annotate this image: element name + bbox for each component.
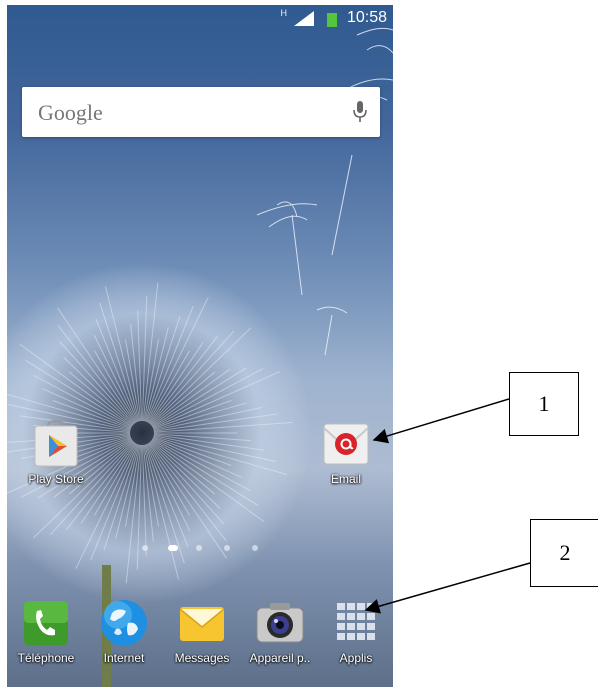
- email-icon: [320, 418, 372, 470]
- app-label: Email: [330, 472, 361, 486]
- app-play-store[interactable]: Play Store: [18, 418, 94, 486]
- phone-screen: H 10:58 Google Play Store Email Téléphon…: [7, 5, 393, 687]
- battery-icon: [327, 13, 337, 27]
- app-label: Téléphone: [17, 651, 75, 665]
- dock-phone[interactable]: Téléphone: [8, 597, 84, 665]
- google-search-widget[interactable]: Google: [22, 87, 380, 137]
- page-dot[interactable]: [196, 545, 202, 551]
- microphone-icon[interactable]: [352, 100, 368, 124]
- app-label: Appareil p..: [249, 651, 311, 665]
- apps-grid-icon: [330, 597, 382, 649]
- signal-strength-icon: [294, 11, 314, 26]
- status-time: 10:58: [346, 9, 387, 26]
- page-indicator[interactable]: [140, 543, 270, 553]
- dock-internet[interactable]: Internet: [86, 597, 162, 665]
- app-label: Messages: [174, 651, 230, 665]
- phone-icon: [20, 597, 72, 649]
- app-email[interactable]: Email: [308, 418, 384, 486]
- app-label: Applis: [339, 651, 373, 665]
- dock-messages[interactable]: Messages: [164, 597, 240, 665]
- dock-camera[interactable]: Appareil p..: [242, 597, 318, 665]
- globe-icon: [98, 597, 150, 649]
- callout-box-2: 2: [530, 519, 598, 587]
- app-label: Internet: [103, 651, 145, 665]
- page-dot[interactable]: [142, 545, 148, 551]
- network-type-indicator: H: [280, 8, 288, 18]
- status-bar: H 10:58: [7, 5, 393, 31]
- page-dot[interactable]: [252, 545, 258, 551]
- app-label: Play Store: [28, 472, 84, 486]
- camera-icon: [254, 597, 306, 649]
- callout-box-1: 1: [509, 372, 579, 436]
- page-dot-active[interactable]: [168, 545, 178, 551]
- callout-arrow-1: [372, 398, 510, 444]
- envelope-icon: [176, 597, 228, 649]
- dock-apps-drawer[interactable]: Applis: [318, 597, 393, 665]
- play-store-icon: [30, 418, 82, 470]
- google-logo-text: Google: [38, 100, 103, 125]
- page-dot[interactable]: [224, 545, 230, 551]
